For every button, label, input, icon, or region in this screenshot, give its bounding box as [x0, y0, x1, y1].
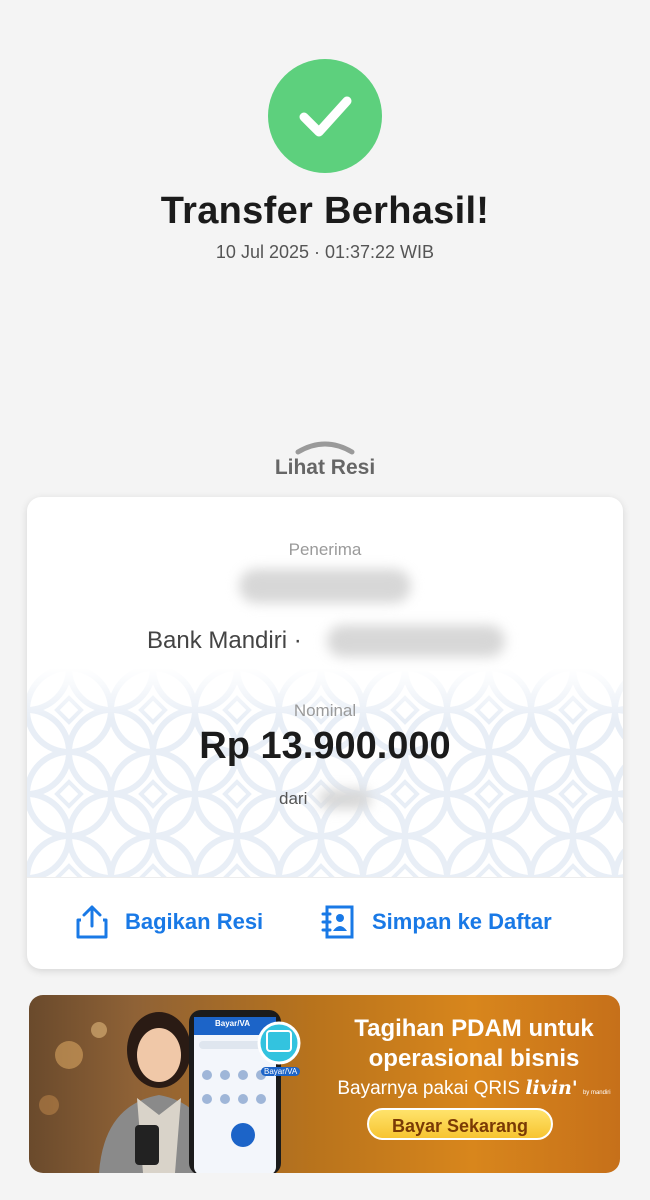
save-to-list-button[interactable]: Simpan ke Daftar: [321, 902, 552, 942]
recipient-label: Penerima: [288, 540, 362, 559]
promo-illustration: [39, 1010, 301, 1173]
phone-header-label: Bayar/VA: [215, 1019, 250, 1028]
banner-subline-text: Bayarnya pakai QRIS: [337, 1078, 521, 1099]
source-account-redacted: [319, 789, 371, 809]
receipt-card: Penerima Bank Mandiri · Nominal Rp 13.90…: [27, 497, 623, 969]
pay-now-button[interactable]: Bayar Sekarang: [367, 1108, 553, 1140]
page-title: Transfer Berhasil!: [160, 190, 490, 232]
recipient-name-redacted: [239, 569, 411, 603]
account-number-redacted: [327, 625, 505, 657]
banner-headline-1: Tagihan PDAM untuk: [354, 1015, 594, 1042]
banner-headline-2: operasional bisnis: [368, 1045, 580, 1072]
chevron-up-icon[interactable]: [295, 436, 355, 458]
phone-badge-label: Bayar/VA: [261, 1067, 301, 1076]
share-receipt-label: Bagikan Resi: [125, 909, 264, 934]
share-receipt-button[interactable]: Bagikan Resi: [75, 902, 263, 942]
view-receipt-toggle[interactable]: Lihat Resi: [0, 456, 650, 480]
source-label: dari: [279, 789, 308, 808]
transaction-datetime: 10 Jul 2025 · 01:37:22 WIB: [215, 242, 435, 262]
background-pattern: [27, 668, 623, 878]
livin-logo-sub: by mandiri: [582, 1090, 611, 1096]
amount-label: Nominal: [293, 701, 357, 720]
success-check-icon: [268, 59, 382, 173]
share-icon: [76, 905, 108, 939]
contact-book-icon: [321, 905, 354, 939]
promo-banner[interactable]: Bayar/VA Bayar/VA Tagihan PDAM untuk ope…: [29, 995, 620, 1173]
bank-name: Bank Mandiri ·: [147, 627, 302, 654]
livin-logo: livin': [525, 1077, 578, 1099]
transfer-amount: Rp 13.900.000: [199, 725, 451, 767]
save-to-list-label: Simpan ke Daftar: [372, 909, 552, 934]
divider: [27, 877, 623, 878]
banner-subline: Bayarnya pakai QRIS livin' by mandiri: [329, 1077, 619, 1100]
